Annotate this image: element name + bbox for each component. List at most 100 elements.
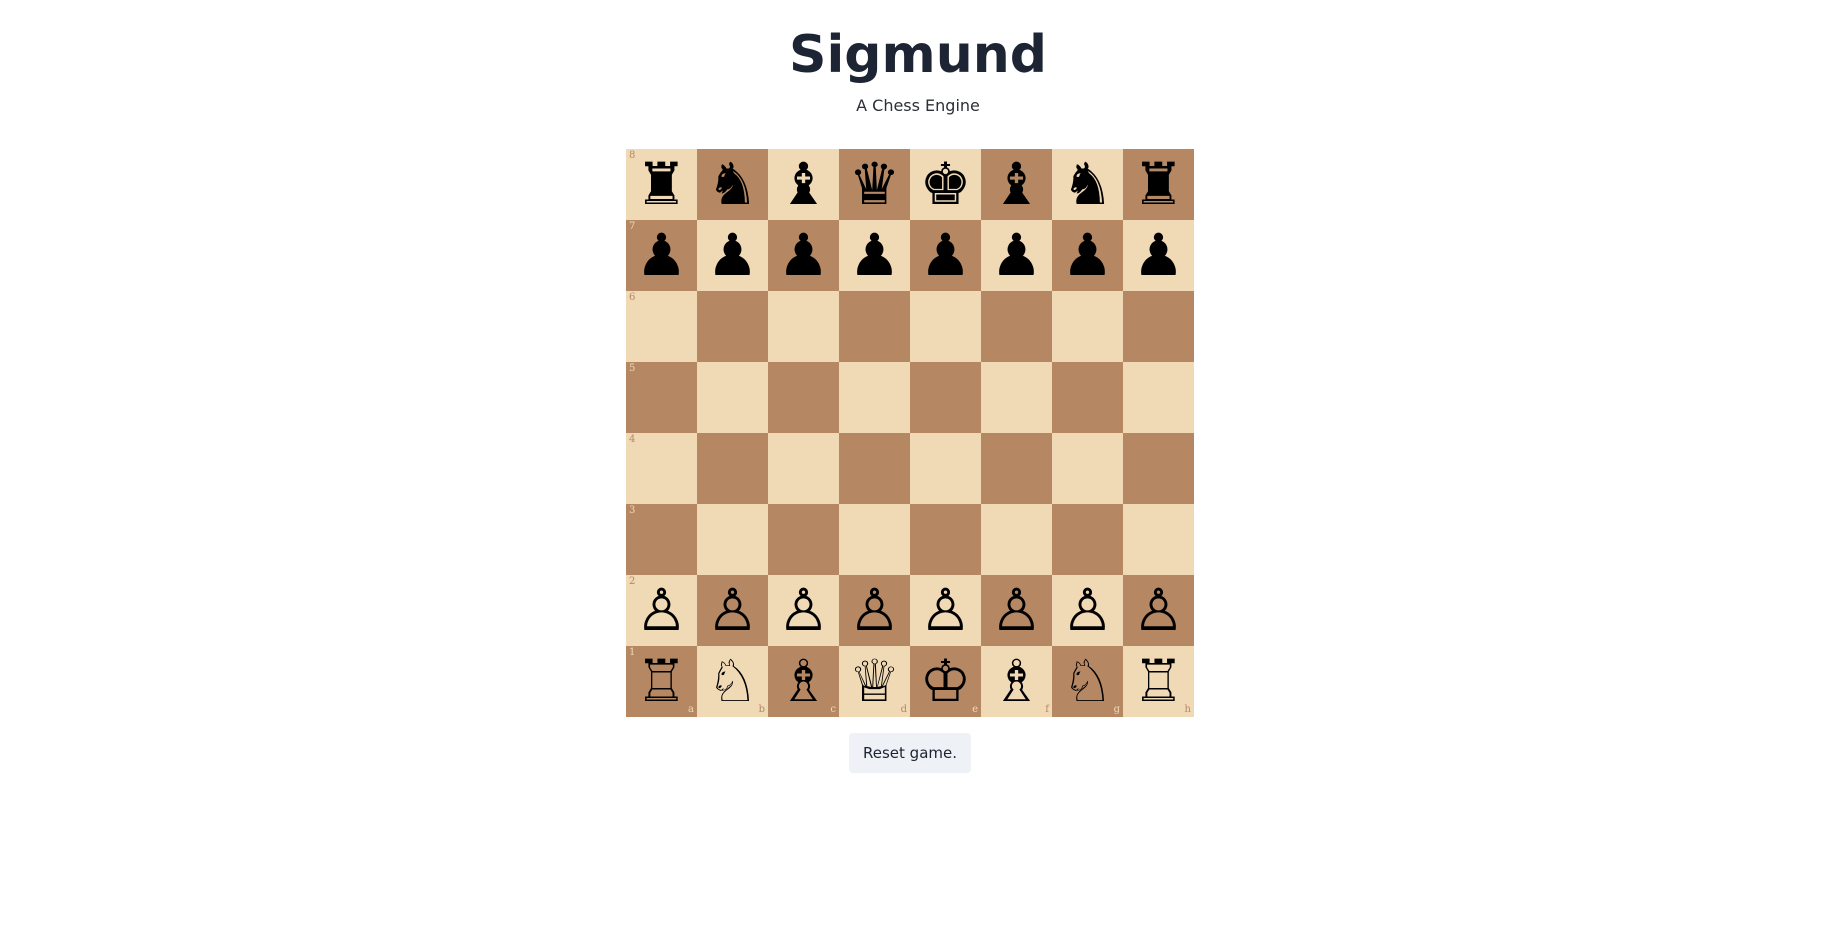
square-d8[interactable]: ♛ — [839, 149, 910, 220]
square-c3[interactable] — [768, 504, 839, 575]
square-b2[interactable]: ♙ — [697, 575, 768, 646]
square-d4[interactable] — [839, 433, 910, 504]
black-bishop-icon[interactable]: ♝ — [768, 149, 839, 220]
square-b8[interactable]: ♞ — [697, 149, 768, 220]
square-g7[interactable]: ♟ — [1052, 220, 1123, 291]
reset-game-button[interactable]: Reset game. — [849, 733, 971, 773]
black-queen-icon[interactable]: ♛ — [839, 149, 910, 220]
square-b3[interactable] — [697, 504, 768, 575]
square-g1[interactable]: g ♘ — [1052, 646, 1123, 717]
square-a8[interactable]: 8 ♜ — [626, 149, 697, 220]
white-king-icon[interactable]: ♔ — [910, 646, 981, 717]
square-f7[interactable]: ♟ — [981, 220, 1052, 291]
black-rook-icon[interactable]: ♜ — [626, 149, 697, 220]
square-d3[interactable] — [839, 504, 910, 575]
square-f8[interactable]: ♝ — [981, 149, 1052, 220]
square-g2[interactable]: ♙ — [1052, 575, 1123, 646]
square-b4[interactable] — [697, 433, 768, 504]
black-knight-icon[interactable]: ♞ — [697, 149, 768, 220]
white-bishop-icon[interactable]: ♗ — [768, 646, 839, 717]
square-c1[interactable]: c ♗ — [768, 646, 839, 717]
square-d2[interactable]: ♙ — [839, 575, 910, 646]
page-title: Sigmund — [789, 25, 1047, 85]
black-pawn-icon[interactable]: ♟ — [626, 220, 697, 291]
square-a2[interactable]: 2 ♙ — [626, 575, 697, 646]
square-h4[interactable] — [1123, 433, 1194, 504]
white-knight-icon[interactable]: ♘ — [1052, 646, 1123, 717]
square-a1[interactable]: 1 a ♖ — [626, 646, 697, 717]
white-queen-icon[interactable]: ♕ — [839, 646, 910, 717]
square-c8[interactable]: ♝ — [768, 149, 839, 220]
square-e1[interactable]: e ♔ — [910, 646, 981, 717]
square-g4[interactable] — [1052, 433, 1123, 504]
square-e8[interactable]: ♚ — [910, 149, 981, 220]
square-f4[interactable] — [981, 433, 1052, 504]
square-f3[interactable] — [981, 504, 1052, 575]
square-g3[interactable] — [1052, 504, 1123, 575]
black-pawn-icon[interactable]: ♟ — [768, 220, 839, 291]
black-rook-icon[interactable]: ♜ — [1123, 149, 1194, 220]
black-pawn-icon[interactable]: ♟ — [839, 220, 910, 291]
black-king-icon[interactable]: ♚ — [910, 149, 981, 220]
white-pawn-icon[interactable]: ♙ — [697, 575, 768, 646]
square-e3[interactable] — [910, 504, 981, 575]
black-bishop-icon[interactable]: ♝ — [981, 149, 1052, 220]
square-d1[interactable]: d ♕ — [839, 646, 910, 717]
square-h5[interactable] — [1123, 362, 1194, 433]
white-rook-icon[interactable]: ♖ — [626, 646, 697, 717]
square-c2[interactable]: ♙ — [768, 575, 839, 646]
white-pawn-icon[interactable]: ♙ — [910, 575, 981, 646]
square-a5[interactable]: 5 — [626, 362, 697, 433]
square-c5[interactable] — [768, 362, 839, 433]
square-f6[interactable] — [981, 291, 1052, 362]
square-e7[interactable]: ♟ — [910, 220, 981, 291]
square-a7[interactable]: 7 ♟ — [626, 220, 697, 291]
white-knight-icon[interactable]: ♘ — [697, 646, 768, 717]
square-a3[interactable]: 3 — [626, 504, 697, 575]
white-pawn-icon[interactable]: ♙ — [1123, 575, 1194, 646]
square-h1[interactable]: h ♖ — [1123, 646, 1194, 717]
white-pawn-icon[interactable]: ♙ — [1052, 575, 1123, 646]
square-b1[interactable]: b ♘ — [697, 646, 768, 717]
white-pawn-icon[interactable]: ♙ — [839, 575, 910, 646]
square-d5[interactable] — [839, 362, 910, 433]
square-h3[interactable] — [1123, 504, 1194, 575]
square-h2[interactable]: ♙ — [1123, 575, 1194, 646]
white-bishop-icon[interactable]: ♗ — [981, 646, 1052, 717]
white-pawn-icon[interactable]: ♙ — [981, 575, 1052, 646]
square-g8[interactable]: ♞ — [1052, 149, 1123, 220]
black-pawn-icon[interactable]: ♟ — [1123, 220, 1194, 291]
square-h6[interactable] — [1123, 291, 1194, 362]
square-e4[interactable] — [910, 433, 981, 504]
square-f5[interactable] — [981, 362, 1052, 433]
square-d7[interactable]: ♟ — [839, 220, 910, 291]
square-g5[interactable] — [1052, 362, 1123, 433]
square-a4[interactable]: 4 — [626, 433, 697, 504]
chess-board[interactable]: 8 ♜ ♞ ♝ ♛ ♚ ♝ ♞ ♜ 7 ♟ ♟ ♟ ♟ ♟ ♟ ♟ ♟ 6 5 4 3 2 ♙ ♙ ♙ ♙ ♙ ♙ ♙ ♙ 1 a ♖ b ♘ c ♗ d ♕… — [626, 149, 1194, 717]
black-pawn-icon[interactable]: ♟ — [910, 220, 981, 291]
square-c6[interactable] — [768, 291, 839, 362]
black-pawn-icon[interactable]: ♟ — [1052, 220, 1123, 291]
rank-label: 5 — [629, 363, 636, 374]
black-knight-icon[interactable]: ♞ — [1052, 149, 1123, 220]
square-g6[interactable] — [1052, 291, 1123, 362]
white-pawn-icon[interactable]: ♙ — [768, 575, 839, 646]
square-e5[interactable] — [910, 362, 981, 433]
square-h8[interactable]: ♜ — [1123, 149, 1194, 220]
square-e6[interactable] — [910, 291, 981, 362]
square-c4[interactable] — [768, 433, 839, 504]
square-f1[interactable]: f ♗ — [981, 646, 1052, 717]
square-b6[interactable] — [697, 291, 768, 362]
black-pawn-icon[interactable]: ♟ — [697, 220, 768, 291]
square-f2[interactable]: ♙ — [981, 575, 1052, 646]
square-a6[interactable]: 6 — [626, 291, 697, 362]
square-c7[interactable]: ♟ — [768, 220, 839, 291]
square-e2[interactable]: ♙ — [910, 575, 981, 646]
black-pawn-icon[interactable]: ♟ — [981, 220, 1052, 291]
white-pawn-icon[interactable]: ♙ — [626, 575, 697, 646]
square-h7[interactable]: ♟ — [1123, 220, 1194, 291]
square-d6[interactable] — [839, 291, 910, 362]
white-rook-icon[interactable]: ♖ — [1123, 646, 1194, 717]
square-b7[interactable]: ♟ — [697, 220, 768, 291]
square-b5[interactable] — [697, 362, 768, 433]
